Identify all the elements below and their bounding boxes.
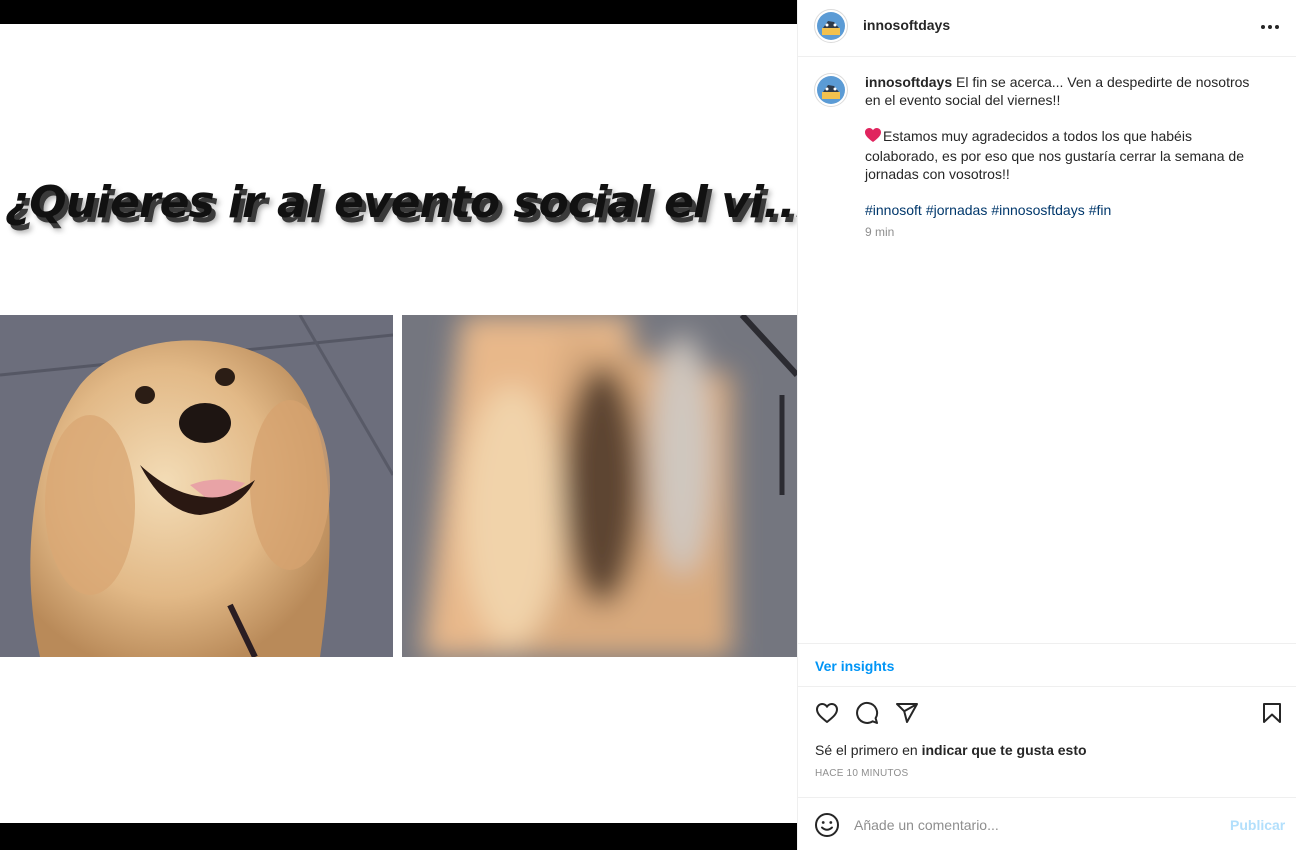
action-bar [798,695,1296,731]
hashtag-link[interactable]: #innosoft [865,202,922,218]
blurry-dog-photo [402,315,797,657]
insights-bar: Ver insights [798,643,1296,687]
caption-username[interactable]: innosoftdays [865,74,952,90]
smiley-icon[interactable] [814,812,840,838]
paper-plane-icon[interactable] [893,699,921,727]
post-media: ¿Quieres ir al evento social el vi... [0,0,797,850]
post-caption: innosoftdays El fin se acerca... Ven a d… [798,57,1296,643]
likes-prefix-text: Sé el primero en [815,742,918,758]
bookmark-icon[interactable] [1258,699,1286,727]
post-time-ago[interactable]: HACE 10 MINUTOS [815,768,908,779]
red-heart-emoji-icon [865,128,881,147]
hashtag-link[interactable]: #jornadas [926,202,988,218]
likes-summary: Sé el primero en indicar que te gusta es… [815,742,1087,758]
hashtag-list: #innosoft #jornadas #innososftdays #fin [865,201,1265,219]
profile-avatar[interactable] [814,9,848,43]
post-header: innosoftdays [798,0,1296,57]
meme-caption-text: ¿Quieres ir al evento social el vi... [4,177,797,228]
view-insights-link[interactable]: Ver insights [815,658,894,674]
caption-avatar[interactable] [814,73,848,107]
heart-outline-icon[interactable] [813,699,841,727]
caption-body-text: Estamos muy agradecidos a todos los que … [865,128,1245,182]
hashtag-link[interactable]: #fin [1089,202,1112,218]
more-options-icon[interactable] [1257,14,1283,40]
comment-input[interactable] [854,812,1214,838]
post-side-panel: innosoftdays innosoftdays El fin se acer… [797,0,1296,850]
comment-form: Publicar [798,797,1296,850]
happy-dog-photo [0,315,393,657]
publish-button[interactable]: Publicar [1230,817,1285,833]
hashtag-link[interactable]: #innososftdays [991,202,1084,218]
like-this-link[interactable]: indicar que te gusta esto [922,742,1087,758]
header-username[interactable]: innosoftdays [863,17,950,33]
comment-icon[interactable] [853,699,881,727]
caption-timestamp[interactable]: 9 min [865,223,1265,241]
post-image[interactable]: ¿Quieres ir al evento social el vi... [0,24,797,823]
